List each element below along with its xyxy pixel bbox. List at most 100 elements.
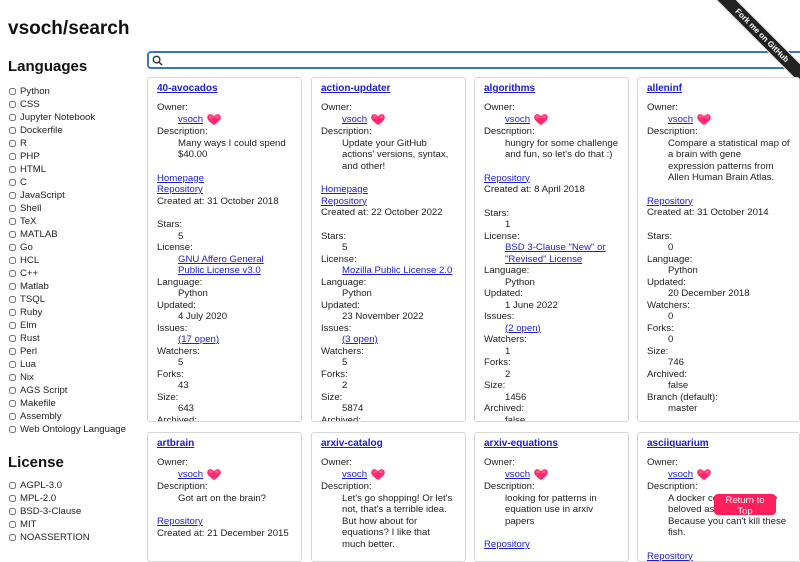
repository-link[interactable]: Repository xyxy=(484,173,619,185)
language-checkbox[interactable] xyxy=(9,322,16,329)
repo-title-link[interactable]: artbrain xyxy=(157,438,292,450)
language-filter[interactable]: Matlab xyxy=(8,280,140,293)
repo-title-link[interactable]: arxiv-catalog xyxy=(321,438,456,450)
language-filter[interactable]: C xyxy=(8,176,140,189)
field-link[interactable]: GNU Affero General Public License v3.0 xyxy=(178,254,264,277)
language-filter[interactable]: Makefile xyxy=(8,397,140,410)
field-link[interactable]: (2 open) xyxy=(505,323,541,334)
language-filter[interactable]: HTML xyxy=(8,163,140,176)
language-checkbox[interactable] xyxy=(9,231,16,238)
repository-link[interactable]: Repository xyxy=(647,551,790,562)
repository-link[interactable]: Repository xyxy=(157,184,292,196)
return-to-top-button[interactable]: Return to Top xyxy=(714,494,776,515)
language-filter[interactable]: HCL xyxy=(8,254,140,267)
license-filter[interactable]: AGPL-3.0 xyxy=(8,479,140,492)
language-checkbox[interactable] xyxy=(9,140,16,147)
language-filter[interactable]: TSQL xyxy=(8,293,140,306)
language-filter[interactable]: Jupyter Notebook xyxy=(8,111,140,124)
language-filter[interactable]: Lua xyxy=(8,358,140,371)
repo-title-link[interactable]: arxiv-equations xyxy=(484,438,619,450)
language-checkbox[interactable] xyxy=(9,309,16,316)
language-checkbox[interactable] xyxy=(9,218,16,225)
owner-link[interactable]: vsoch xyxy=(178,114,203,126)
repository-link[interactable]: Repository xyxy=(647,196,790,208)
language-checkbox[interactable] xyxy=(9,127,16,134)
field-label: Archived: xyxy=(647,369,790,381)
language-filter[interactable]: CSS xyxy=(8,98,140,111)
license-filter[interactable]: MPL-2.0 xyxy=(8,492,140,505)
language-filter[interactable]: MATLAB xyxy=(8,228,140,241)
language-checkbox[interactable] xyxy=(9,426,16,433)
field-link[interactable]: BSD 3-Clause "New" or "Revised" License xyxy=(505,242,606,265)
repo-title-link[interactable]: algorithms xyxy=(484,83,619,95)
language-checkbox[interactable] xyxy=(9,413,16,420)
language-checkbox[interactable] xyxy=(9,296,16,303)
repository-link[interactable]: Repository xyxy=(484,539,619,551)
language-label: Jupyter Notebook xyxy=(20,112,95,123)
language-filter[interactable]: Shell xyxy=(8,202,140,215)
language-label: Python xyxy=(20,86,50,97)
owner-link[interactable]: vsoch xyxy=(178,469,203,481)
language-filter[interactable]: TeX xyxy=(8,215,140,228)
field-link[interactable]: Mozilla Public License 2.0 xyxy=(342,265,452,276)
license-filter[interactable]: BSD-3-Clause xyxy=(8,505,140,518)
language-checkbox[interactable] xyxy=(9,192,16,199)
language-filter[interactable]: Perl xyxy=(8,345,140,358)
language-checkbox[interactable] xyxy=(9,257,16,264)
language-filter[interactable]: Go xyxy=(8,241,140,254)
language-checkbox[interactable] xyxy=(9,361,16,368)
language-filter[interactable]: Nix xyxy=(8,371,140,384)
language-filter[interactable]: C++ xyxy=(8,267,140,280)
owner-link[interactable]: vsoch xyxy=(505,469,530,481)
language-checkbox[interactable] xyxy=(9,244,16,251)
language-checkbox[interactable] xyxy=(9,335,16,342)
language-filter[interactable]: Python xyxy=(8,85,140,98)
language-filter[interactable]: JavaScript xyxy=(8,189,140,202)
license-filter[interactable]: MIT xyxy=(8,518,140,531)
language-filter[interactable]: Rust xyxy=(8,332,140,345)
search-bar[interactable] xyxy=(147,51,800,69)
license-checkbox[interactable] xyxy=(9,508,16,515)
owner-link[interactable]: vsoch xyxy=(668,469,693,481)
language-filter[interactable]: Ruby xyxy=(8,306,140,319)
language-checkbox[interactable] xyxy=(9,153,16,160)
homepage-link[interactable]: Homepage xyxy=(157,173,292,185)
owner-link[interactable]: vsoch xyxy=(342,469,367,481)
repo-title-link[interactable]: 40-avocados xyxy=(157,83,292,95)
repo-title-link[interactable]: alleninf xyxy=(647,83,790,95)
owner-link[interactable]: vsoch xyxy=(505,114,530,126)
language-checkbox[interactable] xyxy=(9,374,16,381)
language-filter[interactable]: Dockerfile xyxy=(8,124,140,137)
language-filter[interactable]: Assembly xyxy=(8,410,140,423)
license-checkbox[interactable] xyxy=(9,482,16,489)
language-checkbox[interactable] xyxy=(9,387,16,394)
field-link[interactable]: (17 open) xyxy=(178,334,219,345)
language-filter[interactable]: PHP xyxy=(8,150,140,163)
license-checkbox[interactable] xyxy=(9,495,16,502)
repo-title-link[interactable]: action-updater xyxy=(321,83,456,95)
repository-link[interactable]: Repository xyxy=(157,516,292,528)
language-checkbox[interactable] xyxy=(9,114,16,121)
repository-link[interactable]: Repository xyxy=(321,196,456,208)
language-filter[interactable]: Web Ontology Language xyxy=(8,423,140,436)
language-checkbox[interactable] xyxy=(9,179,16,186)
language-filter[interactable]: AGS Script xyxy=(8,384,140,397)
repo-title-link[interactable]: asciiquarium xyxy=(647,438,790,450)
language-filter[interactable]: R xyxy=(8,137,140,150)
language-checkbox[interactable] xyxy=(9,205,16,212)
language-checkbox[interactable] xyxy=(9,270,16,277)
language-checkbox[interactable] xyxy=(9,400,16,407)
language-checkbox[interactable] xyxy=(9,88,16,95)
search-input[interactable] xyxy=(163,54,800,66)
license-checkbox[interactable] xyxy=(9,521,16,528)
owner-link[interactable]: vsoch xyxy=(668,114,693,126)
owner-link[interactable]: vsoch xyxy=(342,114,367,126)
field-link[interactable]: (3 open) xyxy=(342,334,378,345)
language-checkbox[interactable] xyxy=(9,283,16,290)
language-checkbox[interactable] xyxy=(9,166,16,173)
language-checkbox[interactable] xyxy=(9,348,16,355)
language-filter[interactable]: Elm xyxy=(8,319,140,332)
language-checkbox[interactable] xyxy=(9,101,16,108)
homepage-link[interactable]: Homepage xyxy=(321,184,456,196)
license-checkbox[interactable] xyxy=(9,534,16,541)
